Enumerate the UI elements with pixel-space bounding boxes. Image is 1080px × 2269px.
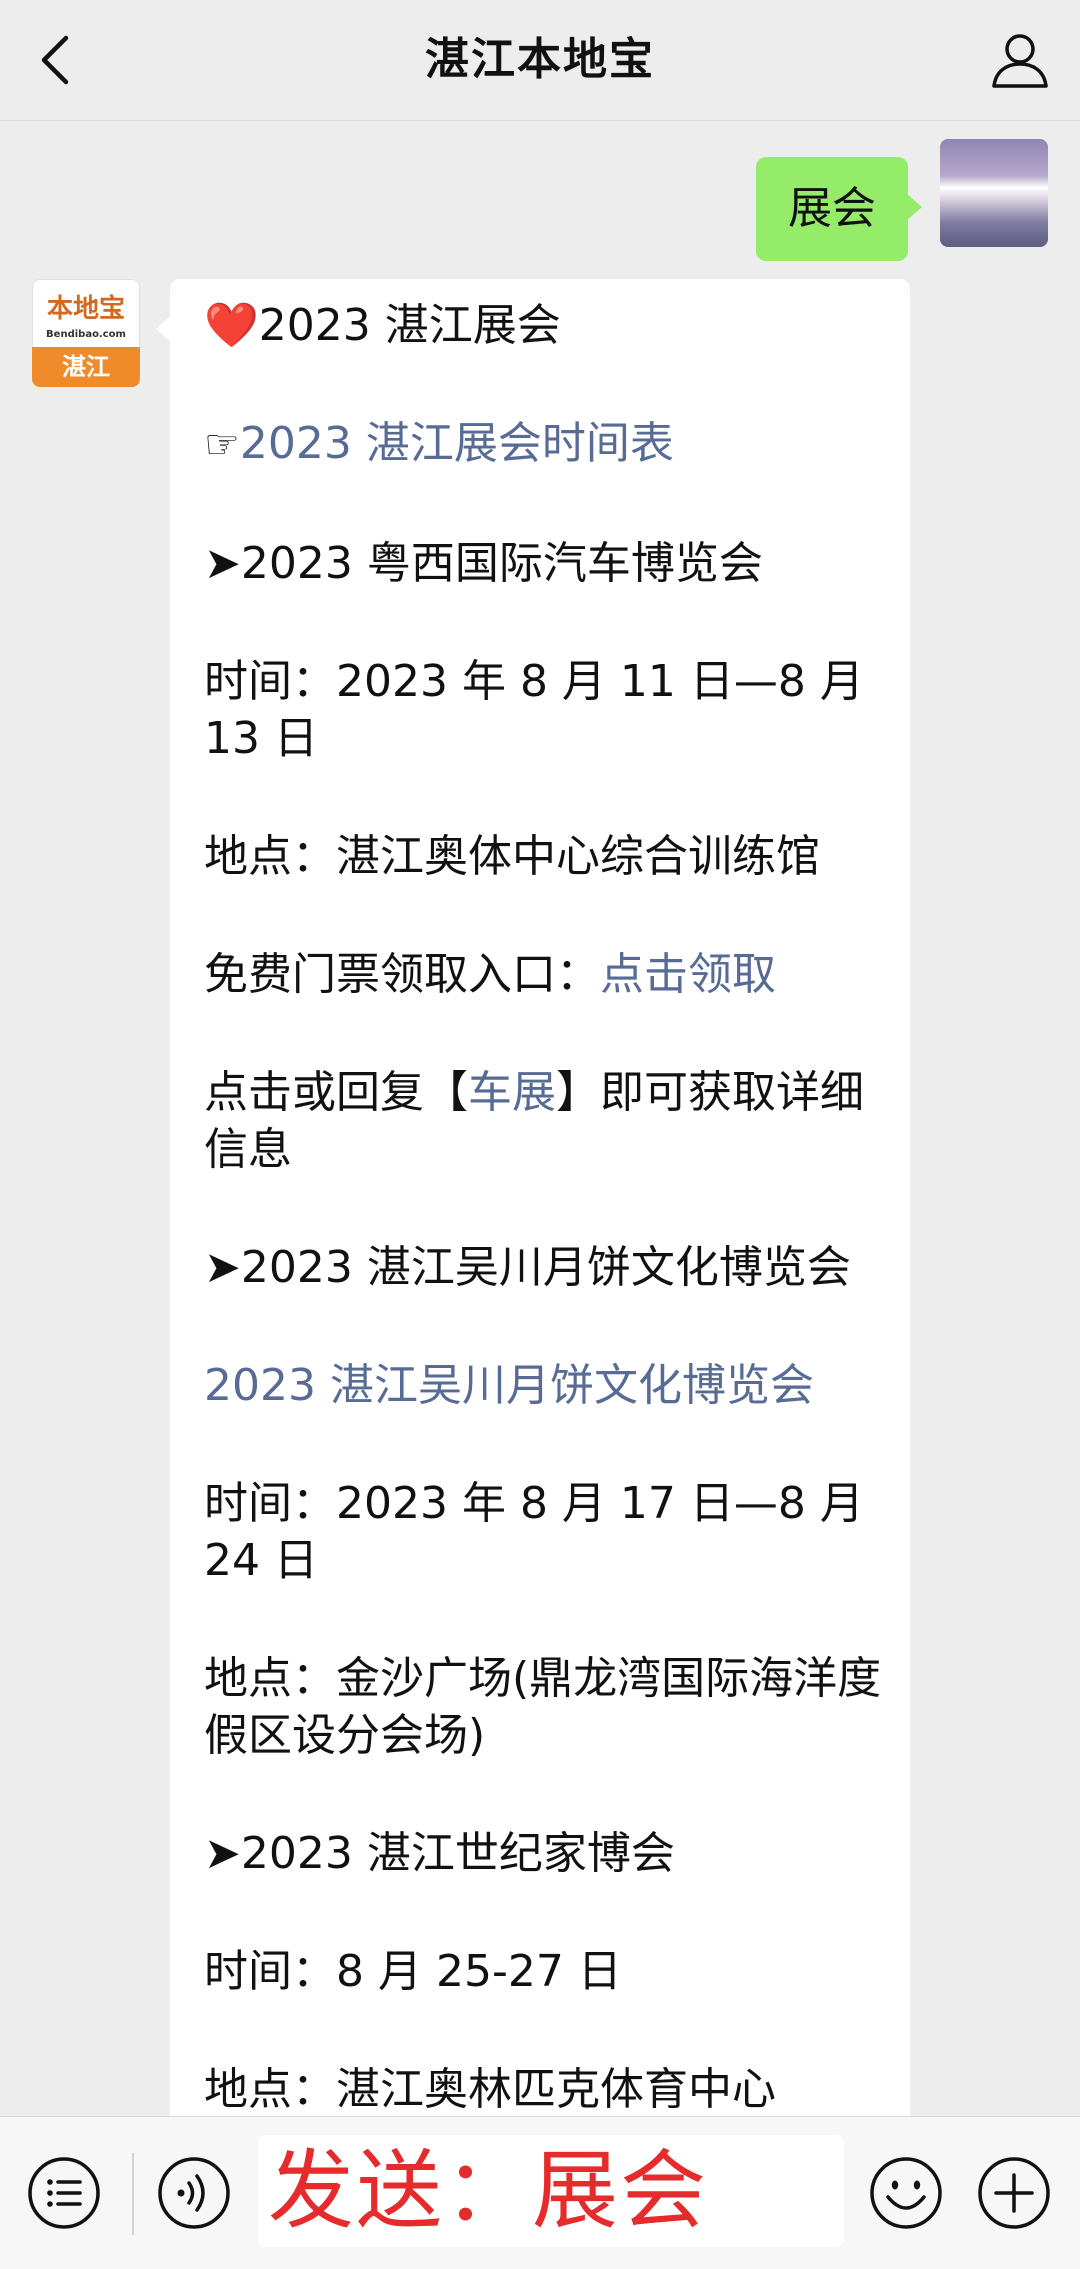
- plus-icon[interactable]: [976, 2155, 1052, 2231]
- arrow-icon: ➤: [204, 1828, 241, 1879]
- outgoing-message-row: 展会: [718, 139, 1048, 261]
- ticket-label: 免费门票领取入口：: [204, 949, 600, 1000]
- message-body: ❤️2023 湛江展会 ☞2023 湛江展会时间表 ➤2023 粤西国际汽车博览…: [204, 297, 894, 2116]
- incoming-message-bubble[interactable]: ❤️2023 湛江展会 ☞2023 湛江展会时间表 ➤2023 粤西国际汽车博览…: [156, 279, 910, 2116]
- car-show-link[interactable]: 车展: [468, 1067, 556, 1118]
- user-icon[interactable]: [988, 28, 1052, 92]
- event-2-place: 地点：金沙广场(鼎龙湾国际海洋度假区设分会场): [204, 1653, 882, 1761]
- arrow-icon: ➤: [204, 1242, 241, 1293]
- menu-list-icon[interactable]: [26, 2155, 102, 2231]
- event-1-ticket-line: 免费门票领取入口：点击领取: [204, 946, 894, 1003]
- event-1-reply-line: 点击或回复【车展】即可获取详细信息: [204, 1064, 894, 1178]
- event-1-place: 地点：湛江奥体中心综合训练馆: [204, 831, 820, 882]
- reply-prefix: 点击或回复【: [204, 1067, 468, 1118]
- event-2-title: 2023 湛江吴川月饼文化博览会: [240, 1242, 851, 1293]
- event-1-title: 2023 粤西国际汽车博览会: [240, 538, 763, 589]
- ticket-link[interactable]: 点击领取: [600, 949, 776, 1000]
- user-avatar[interactable]: [940, 139, 1048, 247]
- event-3-time: 时间：8 月 25-27 日: [204, 1946, 622, 1997]
- event-1-title-line: ➤2023 粤西国际汽车博览会: [204, 535, 894, 592]
- logo-url-text: Bendibao.com: [46, 329, 126, 340]
- outgoing-message-bubble[interactable]: 展会: [756, 157, 922, 261]
- chat-area[interactable]: 展会 本地宝 Bendibao.com 湛江 ❤️2023 湛江展会 ☞2023…: [0, 121, 1080, 2116]
- event-3-title: 2023 湛江世纪家博会: [240, 1828, 675, 1879]
- voice-icon[interactable]: [156, 2155, 232, 2231]
- official-account-avatar[interactable]: 本地宝 Bendibao.com 湛江: [32, 279, 140, 387]
- top-nav-bar: 湛江本地宝: [0, 0, 1080, 121]
- event-3-place: 地点：湛江奥林匹克体育中心: [204, 2064, 776, 2115]
- pointing-hand-icon: ☞: [204, 422, 240, 468]
- arrow-icon: ➤: [204, 538, 241, 589]
- page-title: 湛江本地宝: [425, 34, 655, 85]
- schedule-link[interactable]: 2023 湛江展会时间表: [240, 418, 674, 469]
- event-2-link[interactable]: 2023 湛江吴川月饼文化博览会: [204, 1357, 894, 1414]
- toolbar-divider: [132, 2153, 134, 2235]
- logo-top-text: 本地宝: [46, 294, 125, 324]
- input-overlay-text: 发送：展会: [268, 2141, 708, 2241]
- message-title: 2023 湛江展会: [258, 300, 561, 351]
- event-2-time: 时间：2023 年 8 月 17 日—8 月 24 日: [204, 1478, 864, 1586]
- input-toolbar: 发送：展会: [0, 2116, 1080, 2269]
- message-title-line: ❤️2023 湛江展会: [204, 297, 894, 354]
- logo-city-text: 湛江: [32, 347, 140, 387]
- emoji-icon[interactable]: [868, 2155, 944, 2231]
- schedule-link-line: ☞2023 湛江展会时间表: [204, 415, 894, 474]
- event-2-title-line: ➤2023 湛江吴川月饼文化博览会: [204, 1239, 894, 1296]
- event-1-time: 时间：2023 年 8 月 11 日—8 月 13 日: [204, 656, 864, 764]
- heart-icon: ❤️: [204, 300, 259, 351]
- message-input[interactable]: 发送：展会: [258, 2135, 844, 2247]
- event-3-title-line: ➤2023 湛江世纪家博会: [204, 1825, 894, 1882]
